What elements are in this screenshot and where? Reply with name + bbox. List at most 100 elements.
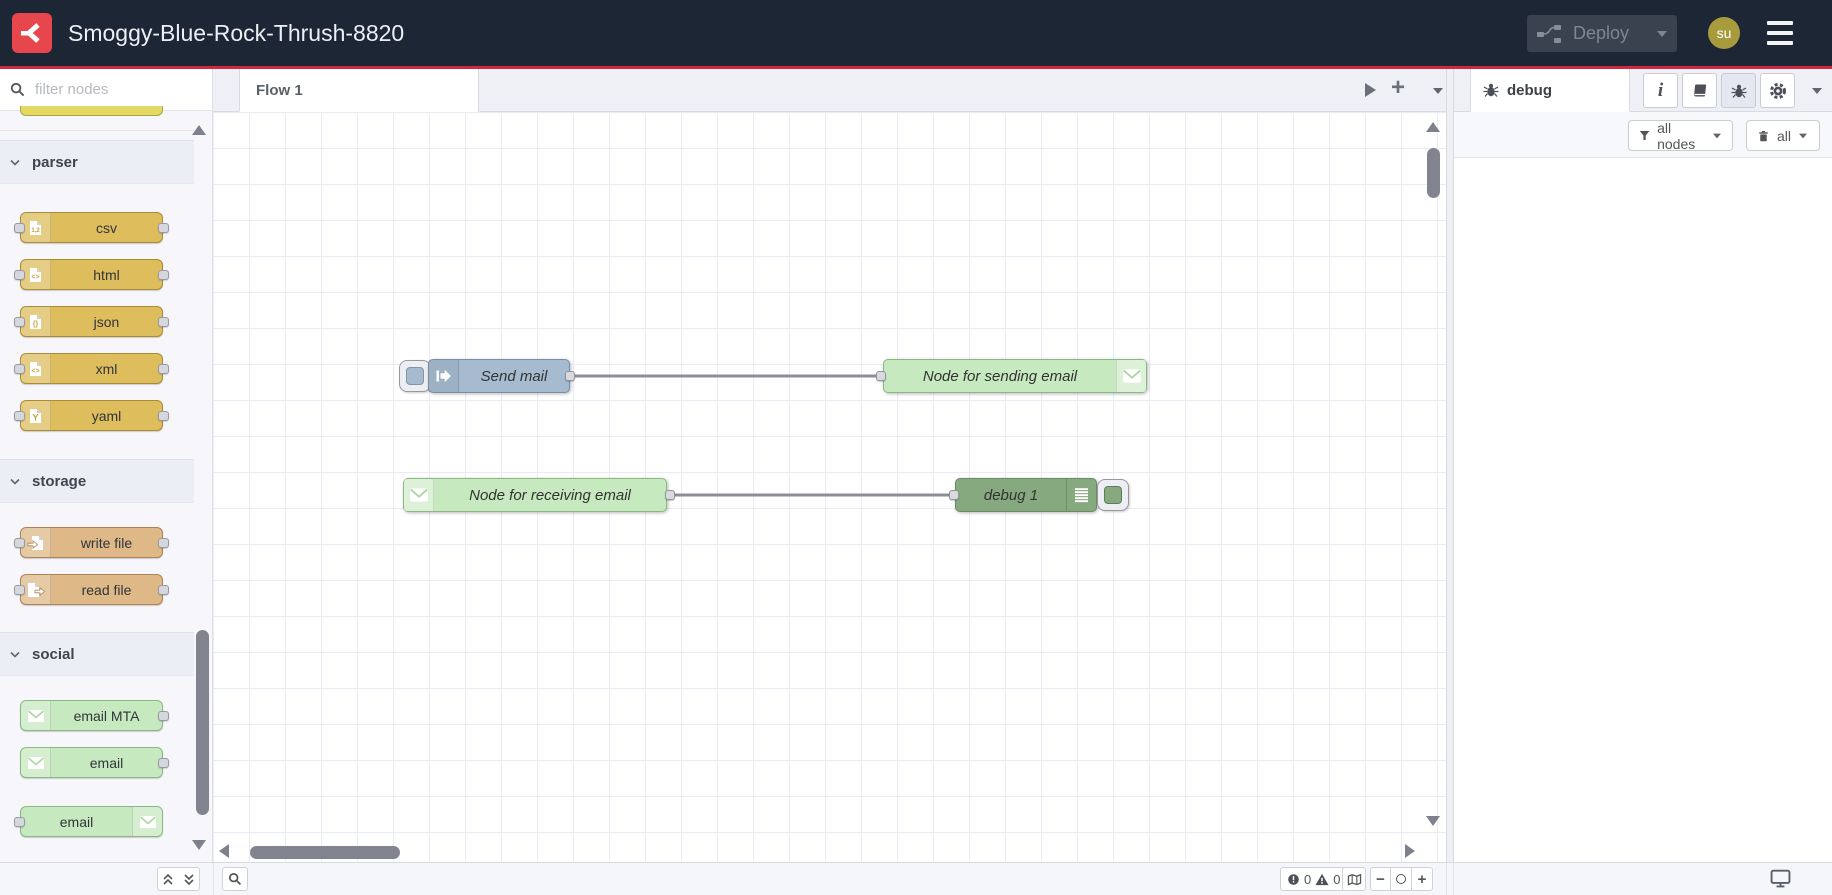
settings-tab-button[interactable]: [1760, 73, 1795, 108]
palette-scroll-down-arrow[interactable]: [192, 840, 206, 850]
palette-divider: [0, 130, 194, 131]
palette-scrollbar-thumb[interactable]: [196, 630, 209, 815]
palette-node-json[interactable]: {} json: [14, 306, 169, 337]
palette-node-partial[interactable]: [20, 106, 163, 116]
node-output-port[interactable]: [158, 364, 169, 374]
map-icon: [1347, 873, 1361, 886]
node-output-port[interactable]: [158, 585, 169, 595]
palette-node-yaml[interactable]: Y yaml: [14, 400, 169, 431]
palette-collapse-all-button[interactable]: [157, 867, 179, 891]
flow-canvas[interactable]: Send mail Node for sending email Node fo…: [213, 112, 1446, 862]
canvas-scroll-up-arrow[interactable]: [1426, 122, 1440, 132]
envelope-icon: [21, 748, 51, 777]
header-accent-line: [0, 66, 1832, 69]
zoom-in-button[interactable]: +: [1412, 867, 1433, 891]
navigator-button[interactable]: [1342, 867, 1366, 891]
canvas-hscrollbar-thumb[interactable]: [250, 846, 400, 859]
node-output-port[interactable]: [158, 538, 169, 548]
palette-node-write-file[interactable]: write file: [14, 527, 169, 558]
node-input-port[interactable]: [14, 585, 25, 595]
svg-text:<>: <>: [31, 368, 39, 375]
chevron-down-icon: [1799, 133, 1808, 138]
sidebar-tabs-chevron-icon[interactable]: [1812, 88, 1822, 94]
zoom-out-button[interactable]: −: [1370, 867, 1391, 891]
tab-flow-1[interactable]: Flow 1: [239, 69, 479, 112]
node-input-port[interactable]: [949, 490, 959, 500]
double-chevron-up-icon: [163, 873, 173, 885]
bug-icon: [1483, 83, 1499, 97]
monitor-icon: [1770, 869, 1791, 888]
node-input-port[interactable]: [14, 317, 25, 327]
page-title: Smoggy-Blue-Rock-Thrush-8820: [68, 19, 405, 46]
palette-scroll-up-arrow[interactable]: [192, 125, 206, 135]
node-output-port[interactable]: [665, 490, 675, 500]
envelope-icon: [1116, 360, 1146, 392]
sidebar-resizer[interactable]: [1446, 69, 1454, 862]
main-menu-button[interactable]: [1767, 21, 1793, 45]
node-output-port[interactable]: [158, 223, 169, 233]
debug-toggle-button[interactable]: [1097, 479, 1129, 511]
double-chevron-down-icon: [183, 873, 194, 885]
info-icon: i: [1657, 79, 1664, 101]
user-avatar[interactable]: su: [1708, 17, 1740, 49]
help-tab-button[interactable]: [1682, 73, 1717, 108]
node-input-port[interactable]: [14, 538, 25, 548]
palette-search[interactable]: [0, 69, 212, 111]
zoom-reset-button[interactable]: [1391, 867, 1412, 891]
palette-category-social[interactable]: social: [0, 632, 194, 676]
canvas-vscrollbar-thumb[interactable]: [1427, 148, 1440, 198]
canvas-node-send-mail[interactable]: Send mail: [428, 359, 570, 393]
node-input-port[interactable]: [14, 817, 25, 827]
deploy-options-chevron-icon[interactable]: [1657, 30, 1667, 37]
node-output-port[interactable]: [158, 270, 169, 280]
error-icon: [1288, 873, 1299, 885]
canvas-search-button[interactable]: [222, 867, 248, 891]
node-output-port[interactable]: [565, 371, 575, 381]
palette-node-xml[interactable]: <> xml: [14, 353, 169, 384]
flow-list-chevron-icon[interactable]: [1433, 88, 1443, 94]
filter-nodes-input[interactable]: [33, 80, 183, 99]
debug-in-window-button[interactable]: [1770, 869, 1791, 893]
inject-button[interactable]: [399, 360, 431, 392]
palette-node-email-in[interactable]: email: [20, 747, 169, 778]
file-read-icon: [21, 575, 51, 604]
palette-node-csv[interactable]: 1,2 csv: [14, 212, 169, 243]
canvas-node-receiving-email[interactable]: Node for receiving email: [403, 478, 667, 512]
warning-icon: [1315, 873, 1329, 885]
deploy-button[interactable]: Deploy: [1527, 15, 1677, 52]
warning-count: 0: [1333, 871, 1341, 887]
canvas-node-debug-1[interactable]: debug 1: [955, 478, 1097, 512]
palette-category-storage[interactable]: storage: [0, 459, 194, 503]
envelope-icon: [404, 479, 434, 511]
canvas-scroll-right-arrow[interactable]: [1405, 844, 1415, 858]
canvas-node-sending-email[interactable]: Node for sending email: [883, 359, 1147, 393]
palette-node-read-file[interactable]: read file: [14, 574, 169, 605]
palette-node-html[interactable]: <> html: [14, 259, 169, 290]
debug-tab-button[interactable]: [1721, 73, 1756, 108]
palette-node-email-out[interactable]: email: [14, 806, 163, 837]
node-output-port[interactable]: [158, 758, 169, 768]
node-input-port[interactable]: [14, 411, 25, 421]
debug-clear-button[interactable]: all: [1746, 120, 1820, 151]
canvas-scroll-down-arrow[interactable]: [1426, 816, 1440, 826]
node-output-port[interactable]: [158, 711, 169, 721]
add-flow-button[interactable]: +: [1391, 74, 1405, 102]
tab-scroll-right-icon[interactable]: [1365, 83, 1376, 97]
node-input-port[interactable]: [14, 364, 25, 374]
chevron-down-icon: [1713, 133, 1721, 138]
node-input-port[interactable]: [14, 223, 25, 233]
palette-category-parser[interactable]: parser: [0, 140, 194, 184]
canvas-scroll-left-arrow[interactable]: [219, 844, 229, 858]
flow-status-counts[interactable]: 0 0: [1280, 867, 1348, 891]
svg-text:1,2: 1,2: [31, 228, 40, 234]
palette-node-email-mta[interactable]: email MTA: [20, 700, 169, 731]
envelope-icon: [132, 807, 162, 836]
tab-debug[interactable]: debug: [1470, 69, 1630, 112]
info-tab-button[interactable]: i: [1643, 73, 1678, 108]
node-input-port[interactable]: [14, 270, 25, 280]
node-output-port[interactable]: [158, 317, 169, 327]
node-output-port[interactable]: [158, 411, 169, 421]
node-input-port[interactable]: [876, 371, 886, 381]
debug-filter-button[interactable]: all nodes: [1628, 120, 1733, 152]
palette-expand-all-button[interactable]: [178, 867, 200, 891]
